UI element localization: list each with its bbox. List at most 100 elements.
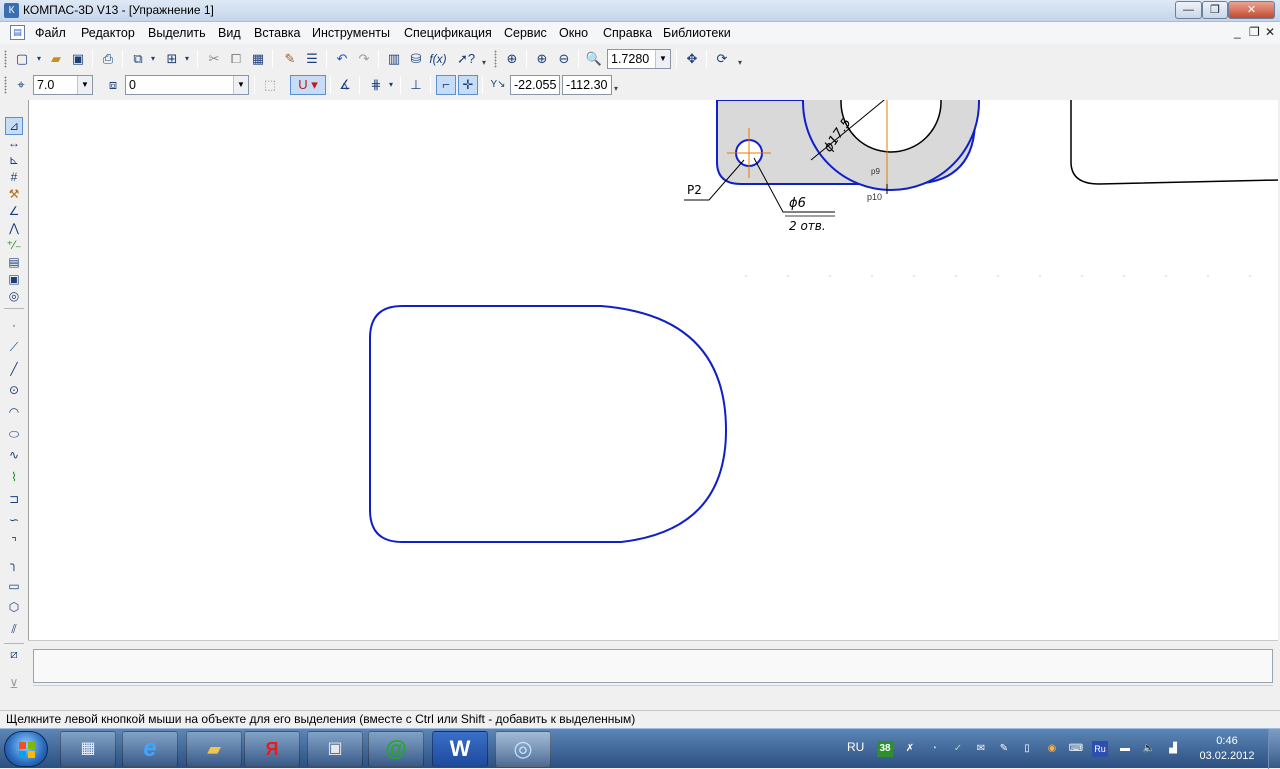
round-mode-icon[interactable]: ⌐ [436,75,456,95]
mail-agent-icon[interactable]: @ [368,731,424,767]
new-dropdown-icon[interactable]: ▾ [34,49,44,69]
tray-usb-icon[interactable]: ⌨ [1068,741,1084,757]
property-panel-area[interactable] [33,649,1273,683]
ellipse-tool-icon[interactable]: ⬭ [5,425,23,443]
show-desktop-button[interactable] [1268,729,1280,769]
insert-panel-icon[interactable]: ◎ [5,287,23,305]
orthogonal-icon[interactable]: ∡ [335,75,355,95]
title-bar[interactable]: К КОМПАС-3D V13 - [Упражнение 1] — ❐ ✕ [0,0,1280,22]
kompas-icon[interactable]: ◎ [495,731,551,767]
chevron-down-icon[interactable]: ▼ [655,50,670,68]
menu-help[interactable]: Справка [603,26,652,40]
paste-icon[interactable]: ▦ [248,49,268,69]
document-icon[interactable]: ▤ [10,25,25,40]
menu-tools[interactable]: Инструменты [312,26,390,40]
mdi-minimize-button[interactable]: _ [1234,25,1241,39]
drawing-canvas[interactable]: ϕ17.5 P2 ϕ6 2 отв. p9 p10 [28,100,1278,640]
parametrization-panel-icon[interactable]: ⚒ [5,185,23,203]
explorer-folder-icon[interactable]: ▰ [186,731,242,767]
zoom-window-icon[interactable]: ⊕ [502,49,522,69]
local-cs-icon[interactable]: ⬚ [260,75,280,95]
word-icon[interactable]: W [432,731,488,767]
grid-dropdown-icon[interactable]: ▾ [386,75,396,95]
dimensions-panel-icon[interactable]: ↔ [5,134,23,152]
menu-editor[interactable]: Редактор [81,26,135,40]
edit-panel-icon[interactable]: # [5,168,23,186]
menu-specification[interactable]: Спецификация [404,26,492,40]
coord-y-field[interactable]: -112.30 [562,75,612,95]
spec-panel-icon[interactable]: ▤ [5,253,23,271]
tray-search-icon[interactable]: ◔ [926,741,942,757]
select-panel-icon[interactable]: ⋀ [5,219,23,237]
calculator-icon[interactable]: ▦ [60,731,116,767]
point-tool-icon[interactable]: · [5,316,23,334]
preview-icon[interactable]: ⧉ [128,49,148,69]
spline-tool-icon[interactable]: ∿ [5,446,23,464]
new-document-icon[interactable]: ▢ [12,49,32,69]
menu-file[interactable]: Файл [35,26,66,40]
contour-tool-icon[interactable]: ⬡ [5,598,23,616]
tray-ru-icon[interactable]: Ru [1092,741,1108,757]
language-indicator[interactable]: RU [847,740,864,754]
tray-badge-icon[interactable]: 38 [877,741,893,757]
menu-view[interactable]: Вид [218,26,241,40]
zoom-out-icon[interactable]: ⊖ [554,49,574,69]
toolbar-grip[interactable] [4,76,7,94]
toolbar-grip[interactable] [494,50,497,68]
reports-panel-icon[interactable]: ▣ [5,270,23,288]
refresh-view-icon[interactable]: ⟳ [712,49,732,69]
rectangle-tool-icon[interactable]: ▭ [5,577,23,595]
object-properties-icon[interactable]: ⧄ [5,645,23,663]
associative-views-panel-icon[interactable]: ⁺⁄₋ [5,236,23,254]
fillet-tool-icon[interactable]: ╮ [5,555,23,573]
tray-check-icon[interactable]: ✓ [950,741,966,757]
manager-panel-icon[interactable]: ▥ [384,49,404,69]
property-panel-tabs[interactable] [33,685,1273,707]
variables-icon[interactable]: f(x) [428,49,448,69]
chamfer-tool-icon[interactable]: ⌝ [5,533,23,551]
measure-panel-icon[interactable]: ∠ [5,202,23,220]
cursor-step-icon[interactable]: ⌖ [11,75,31,95]
open-folder-icon[interactable]: ▰ [46,49,66,69]
close-button[interactable]: ✕ [1228,1,1275,19]
menu-libraries[interactable]: Библиотеки [663,26,731,40]
pan-icon[interactable]: ✥ [682,49,702,69]
tray-device-icon[interactable]: ▯ [1019,741,1035,757]
drawing-svg[interactable]: ϕ17.5 P2 ϕ6 2 отв. p9 p10 [29,100,1278,640]
toolbar-grip[interactable] [4,50,7,68]
print-icon[interactable]: ⎙ [98,49,118,69]
designations-panel-icon[interactable]: ⊾ [5,151,23,169]
snap-magnet-icon[interactable]: U ▾ [290,75,326,95]
tray-network-error-icon[interactable]: ✗ [902,741,918,757]
menu-window[interactable]: Окно [559,26,588,40]
tray-chrome-icon[interactable]: ◉ [1044,741,1060,757]
tray-signal-icon[interactable]: ▟ [1165,741,1181,757]
yandex-icon[interactable]: Я [244,731,300,767]
zoom-in-icon[interactable]: ⊕ [532,49,552,69]
local-axes-icon[interactable]: ⊥ [406,75,426,95]
nurbs-tool-icon[interactable]: ⌇ [5,468,23,486]
polyline-tool-icon[interactable]: ⊐ [5,490,23,508]
manager-dropdown-icon[interactable]: ▾ [182,49,192,69]
copy-properties-icon[interactable]: ✎ [280,49,300,69]
menu-service[interactable]: Сервис [504,26,547,40]
internet-explorer-icon[interactable]: e [122,731,178,767]
context-help-icon[interactable]: ➚? [456,49,476,69]
library-manager-icon[interactable]: ⛁ [406,49,426,69]
toolbar-overflow-icon[interactable]: ▾ [482,58,486,67]
snap-toggle-icon[interactable]: ✛ [458,75,478,95]
properties-icon[interactable]: ☰ [302,49,322,69]
kompas-app-icon[interactable]: К [4,3,19,18]
layer-icon[interactable]: ⧈ [103,75,123,95]
media-icon[interactable]: ▣ [307,731,363,767]
toolbar-overflow-icon[interactable]: ▾ [614,84,618,93]
tray-pin-icon[interactable]: ✎ [996,741,1012,757]
tray-volume-icon[interactable]: 🔈 [1141,741,1157,757]
undo-icon[interactable]: ↶ [332,49,352,69]
geometry-panel-icon[interactable]: ⊿ [5,117,23,135]
layer-combo[interactable]: 0 ▼ [125,75,249,95]
minimize-button[interactable]: — [1175,1,1202,19]
stop-command-icon[interactable]: ⊻ [5,675,23,693]
copy-icon[interactable]: ⧠ [226,49,246,69]
mdi-close-button[interactable]: ✕ [1265,25,1275,39]
